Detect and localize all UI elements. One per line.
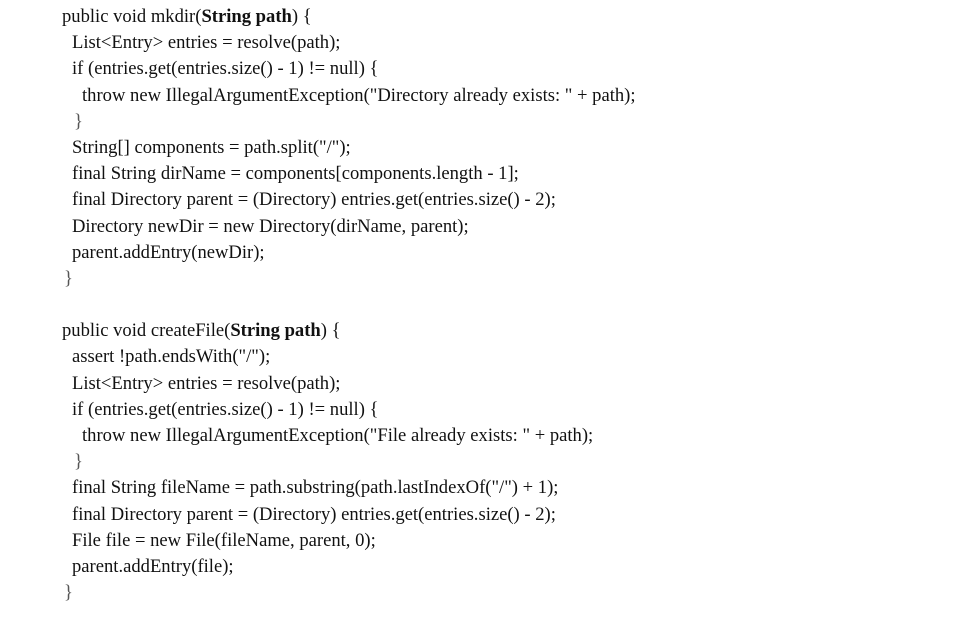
- code-line: File file = new File(fileName, parent, 0…: [72, 529, 376, 551]
- code-line: List<Entry> entries = resolve(path);: [72, 372, 341, 394]
- method-close-brace: }: [64, 267, 73, 289]
- code-line: Directory newDir = new Directory(dirName…: [72, 215, 469, 237]
- code-line: final Directory parent = (Directory) ent…: [72, 189, 556, 211]
- code-line: String[] components = path.split("/");: [72, 136, 351, 158]
- block-close-brace: }: [74, 451, 83, 473]
- code-line: final String fileName = path.substring(p…: [72, 477, 559, 499]
- signature-param: String path: [201, 6, 292, 27]
- signature-prefix: public void mkdir(: [62, 6, 202, 27]
- code-line-throw: throw new IllegalArgumentException("File…: [82, 425, 594, 446]
- code-line: final String dirName = components[compon…: [72, 163, 519, 185]
- method-signature-createfile: public void createFile(String path) {: [62, 318, 942, 344]
- signature-param: String path: [230, 320, 321, 342]
- code-line: assert !path.endsWith("/");: [72, 346, 271, 368]
- signature-suffix: ) {: [291, 6, 312, 27]
- code-line: if (entries.get(entries.size() - 1) != n…: [72, 58, 379, 80]
- code-listing: public void mkdir(String path) { List<En…: [62, 4, 942, 606]
- code-line: List<Entry> entries = resolve(path);: [72, 32, 341, 54]
- block-close-brace: }: [74, 110, 83, 132]
- code-line: parent.addEntry(newDir);: [72, 241, 265, 263]
- signature-suffix: ) {: [320, 320, 341, 342]
- method-signature-mkdir: public void mkdir(String path) {: [62, 4, 942, 30]
- code-line-throw: throw new IllegalArgumentException("Dire…: [82, 84, 636, 106]
- code-line: parent.addEntry(file);: [72, 555, 234, 577]
- code-line: if (entries.get(entries.size() - 1) != n…: [72, 398, 379, 420]
- code-line: final Directory parent = (Directory) ent…: [72, 503, 556, 525]
- method-close-brace: }: [64, 582, 73, 604]
- signature-prefix: public void createFile(: [62, 320, 231, 342]
